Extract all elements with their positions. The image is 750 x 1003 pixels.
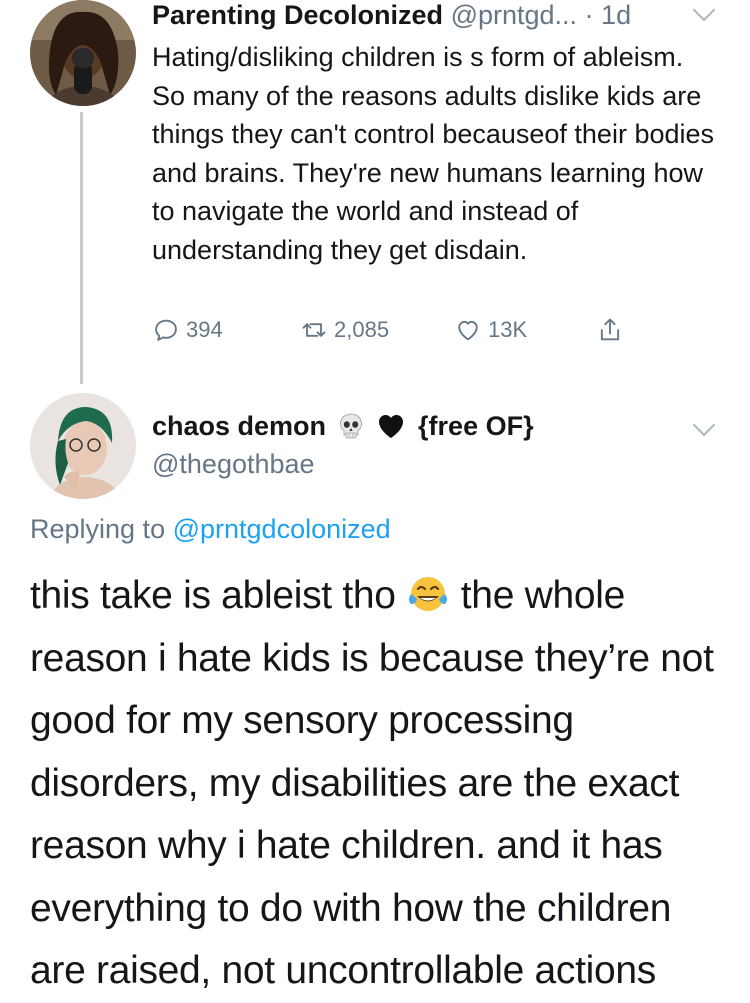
share-icon: [600, 318, 620, 341]
tweet1-action-bar: 394 2,085 13K: [152, 316, 672, 352]
tweet1-more-chevron-icon[interactable]: [692, 0, 716, 22]
tweet2-name-row: chaos demon {free OF}: [152, 409, 534, 443]
avatar-chaos-demon[interactable]: [30, 393, 136, 499]
tweet2-text-part2: the whole reason i hate kids is because …: [30, 574, 714, 992]
retweet-button[interactable]: 2,085: [300, 316, 389, 344]
thread-connector-line: [80, 112, 83, 384]
tweet1-handle[interactable]: @prntgd...: [451, 0, 577, 30]
reply-button[interactable]: 394: [152, 316, 223, 344]
tweet2-text-part1: this take is ableist tho: [30, 574, 396, 617]
replying-to-line: Replying to @prntgdcolonized: [30, 512, 391, 546]
retweet-icon: [302, 323, 326, 337]
tweet2-display-name-suffix[interactable]: {free OF}: [418, 409, 534, 443]
reply-count: 394: [186, 317, 223, 342]
tweet2-handle[interactable]: @thegothbae: [152, 448, 315, 480]
tweet1-timestamp[interactable]: · 1d: [585, 0, 632, 30]
reply-icon: [155, 319, 177, 341]
like-button[interactable]: 13K: [454, 316, 527, 344]
tweet1-display-name[interactable]: Parenting Decolonized: [152, 0, 443, 30]
avatar-parenting-decolonized[interactable]: [30, 0, 136, 106]
black-heart-emoji-icon: [376, 411, 406, 441]
retweet-count: 2,085: [334, 317, 390, 342]
tweet2-more-chevron-icon[interactable]: [692, 413, 716, 437]
heart-icon: [458, 320, 478, 341]
replying-to-link[interactable]: @prntgdcolonized: [173, 514, 391, 544]
replying-to-label: Replying to: [30, 514, 166, 544]
tweet1-text: Hating/disliking children is s form of a…: [152, 42, 715, 265]
tweet2-display-name[interactable]: chaos demon: [152, 409, 326, 443]
share-button[interactable]: [596, 316, 630, 344]
skull-emoji-icon: [336, 411, 366, 441]
tweet1-header: Parenting Decolonized @prntgd... · 1d: [152, 0, 631, 30]
tears-of-joy-emoji-icon: [406, 572, 450, 616]
like-count: 13K: [488, 317, 528, 342]
tweet2-text: this take is ableist tho the whole reaso…: [30, 565, 730, 1003]
